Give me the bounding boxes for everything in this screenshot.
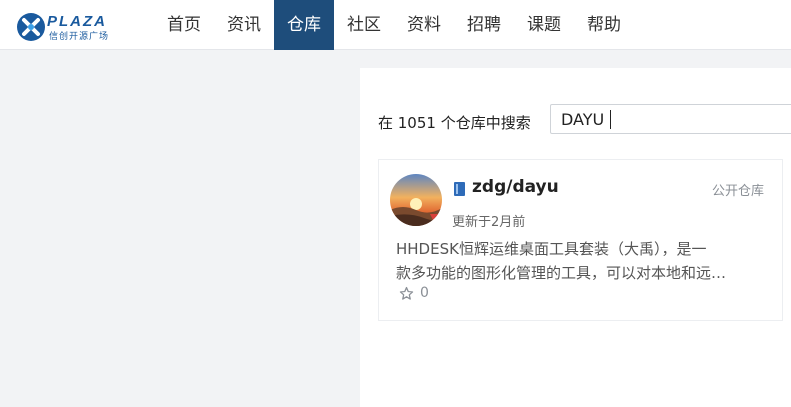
nav-help[interactable]: 帮助: [574, 0, 634, 50]
repo-search-input[interactable]: [550, 104, 791, 134]
logo-subtitle: 信创开源广场: [49, 32, 110, 42]
star-count: 0: [420, 285, 429, 301]
logo-wordmark: PLAZA: [47, 13, 107, 30]
top-navbar: PLAZA 信创开源广场 首页 资讯 仓库 社区 资料 招聘 课题 帮助: [0, 0, 791, 50]
repo-avatar[interactable]: [390, 174, 442, 226]
star-count-group[interactable]: 0: [399, 284, 429, 302]
main-nav: 首页 资讯 仓库 社区 资料 招聘 课题 帮助: [154, 0, 634, 50]
repo-description: HHDESK恒辉运维桌面工具套装（大禹），是一 款多功能的图形化管理的工具，可以…: [396, 237, 756, 285]
site-logo[interactable]: PLAZA 信创开源广场: [16, 10, 126, 42]
nav-jobs[interactable]: 招聘: [454, 0, 514, 50]
text-caret: [610, 110, 611, 129]
repo-description-line-2: 款多功能的图形化管理的工具，可以对本地和远…: [396, 264, 727, 282]
repo-updated-time: 更新于2月前: [452, 215, 526, 230]
x-logo-icon: [17, 13, 45, 41]
star-outline-icon: [399, 286, 414, 300]
nav-resources[interactable]: 资料: [394, 0, 454, 50]
nav-news[interactable]: 资讯: [214, 0, 274, 50]
nav-repositories[interactable]: 仓库: [274, 0, 334, 50]
repo-description-line-1: HHDESK恒辉运维桌面工具套装（大禹），是一: [396, 240, 707, 258]
nav-home[interactable]: 首页: [154, 0, 214, 50]
nav-topics[interactable]: 课题: [514, 0, 574, 50]
sunset-avatar-image: [390, 174, 442, 226]
repo-name-link[interactable]: zdg/dayu: [472, 177, 559, 197]
nav-community[interactable]: 社区: [334, 0, 394, 50]
repo-visibility: 公开仓库: [711, 184, 764, 199]
search-label: 在 1051 个仓库中搜索: [378, 114, 531, 132]
repo-book-icon: [454, 182, 465, 196]
repo-result-card[interactable]: zdg/dayu 公开仓库 更新于2月前 HHDESK恒辉运维桌面工具套装（大禹…: [378, 159, 783, 321]
